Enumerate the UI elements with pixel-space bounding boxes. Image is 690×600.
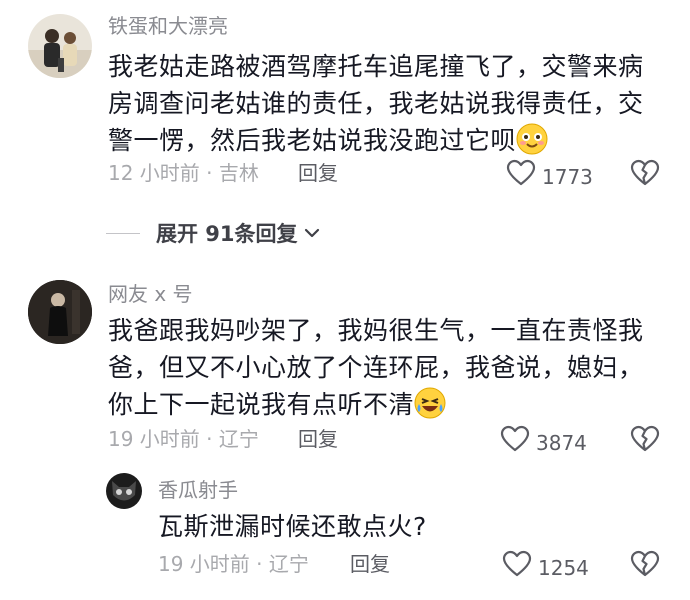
laugh-tears-emoji-icon (414, 387, 446, 419)
reply-button[interactable]: 回复 (350, 550, 390, 578)
username[interactable]: 香瓜射手 (158, 476, 238, 504)
reply-text: 瓦斯泄漏时候还敢点火? (158, 512, 427, 541)
like-count: 3874 (536, 430, 587, 455)
username[interactable]: 网友 x 号 (108, 280, 193, 308)
like-button[interactable]: 1773 (506, 159, 593, 194)
dislike-button[interactable] (630, 424, 660, 454)
avatar[interactable] (28, 14, 92, 78)
username[interactable]: 铁蛋和大漂亮 (108, 12, 228, 40)
expand-replies-button[interactable]: 展开 91条回复 (106, 218, 322, 248)
avatar[interactable] (28, 280, 92, 344)
reply-item: 香瓜射手 瓦斯泄漏时候还敢点火? 19 小时前 · 辽宁 回复 1254 (0, 470, 690, 600)
comment-meta: 19 小时前 · 辽宁 (108, 427, 259, 451)
reply-button[interactable]: 回复 (298, 425, 338, 453)
like-button[interactable]: 1254 (502, 550, 589, 585)
dislike-button[interactable] (630, 549, 660, 579)
avatar[interactable] (106, 473, 142, 509)
comment-item: 网友 x 号 我爸跟我妈吵架了，我妈很生气，一直在责怪我爸，但又不小心放了个连环… (0, 270, 690, 470)
dislike-button[interactable] (630, 158, 660, 188)
chevron-down-icon (304, 228, 319, 238)
like-count: 1254 (538, 555, 589, 580)
smile-emoji-icon (516, 123, 548, 155)
comment-item: 铁蛋和大漂亮 我老姑走路被酒驾摩托车追尾撞飞了，交警来病房调查问老姑谁的责任，我… (0, 0, 690, 200)
reply-button[interactable]: 回复 (298, 159, 338, 187)
expand-replies-label: 展开 91条回复 (156, 222, 298, 246)
heart-icon (506, 159, 542, 194)
comment-text: 我爸跟我妈吵架了，我妈很生气，一直在责怪我爸，但又不小心放了个连环屁，我爸说，媳… (108, 316, 644, 419)
broken-heart-icon (630, 159, 660, 186)
comment-text: 我老姑走路被酒驾摩托车追尾撞飞了，交警来病房调查问老姑谁的责任，我老姑说我得责任… (108, 52, 644, 155)
divider (106, 232, 140, 234)
broken-heart-icon (630, 425, 660, 452)
like-button[interactable]: 3874 (500, 425, 587, 460)
heart-icon (500, 425, 536, 460)
like-count: 1773 (542, 164, 593, 189)
broken-heart-icon (630, 550, 660, 577)
heart-icon (502, 550, 538, 585)
comment-meta: 19 小时前 · 辽宁 (158, 552, 309, 576)
comment-meta: 12 小时前 · 吉林 (108, 161, 259, 185)
